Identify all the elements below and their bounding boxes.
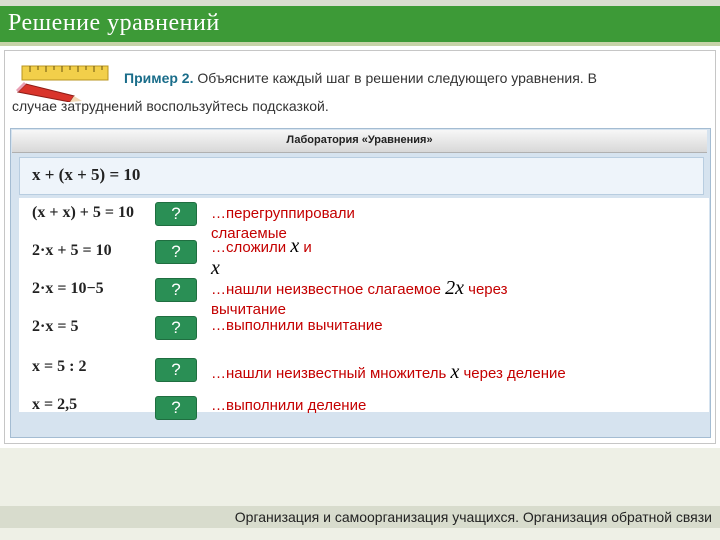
hint-button[interactable]: ? [155, 202, 197, 226]
step-explanation: …выполнили вычитание [211, 317, 383, 334]
variable-2x: 2x [445, 277, 464, 299]
explanation-text: и [299, 239, 312, 256]
explanation-text: …сложили [211, 239, 291, 256]
footer-text: Организация и самоорганизация учащихся. … [234, 509, 712, 525]
task-text-line2: случае затруднений воспользуйтесь подска… [12, 98, 329, 114]
step-explanation: …нашли неизвестный множитель x через дел… [211, 362, 571, 384]
task-label: Пример 2. [124, 70, 194, 86]
step-equation: 2·x + 5 = 10 [32, 242, 112, 259]
hint-button[interactable]: ? [155, 240, 197, 264]
lab-header-bar: Лаборатория «Уравнения» [12, 130, 707, 153]
step-explanation: …сложили x и x [211, 236, 411, 280]
variable-x: x [290, 235, 300, 257]
hint-button[interactable]: ? [155, 358, 197, 382]
variable-x: x [450, 361, 460, 383]
explanation-text: …нашли неизвестный множитель [211, 365, 451, 382]
main-equation: x + (x + 5) = 10 [32, 165, 141, 184]
step-equation: 2·x = 10−5 [32, 280, 104, 297]
step-equation: (x + x) + 5 = 10 [32, 204, 135, 221]
footer-spacer [0, 448, 720, 506]
hint-button[interactable]: ? [155, 396, 197, 420]
task-text-line1: Пример 2. Объясните каждый шаг в решении… [124, 70, 597, 86]
step-equation: 2·x = 5 [32, 318, 79, 335]
hint-button[interactable]: ? [155, 278, 197, 302]
hint-button[interactable]: ? [155, 316, 197, 340]
footer-bar: Организация и самоорганизация учащихся. … [0, 506, 720, 528]
variable-x: x [211, 257, 220, 279]
explanation-text: через деление [459, 365, 566, 382]
explanation-text: …нашли неизвестное слагаемое [211, 281, 446, 298]
slide-title: Решение уравнений [8, 10, 220, 36]
lab-title: Лаборатория «Уравнения» [286, 134, 433, 146]
step-equation: x = 2,5 [32, 396, 78, 413]
step-explanation: …выполнили деление [211, 397, 367, 414]
task-text: Объясните каждый шаг в решении следующег… [197, 70, 597, 86]
ruler-pencil-icon [16, 65, 109, 102]
step-explanation: …нашли неизвестное слагаемое 2x через вы… [211, 278, 571, 320]
slide-header: Решение уравнений [0, 6, 720, 42]
step-equation: x = 5 : 2 [32, 358, 87, 375]
